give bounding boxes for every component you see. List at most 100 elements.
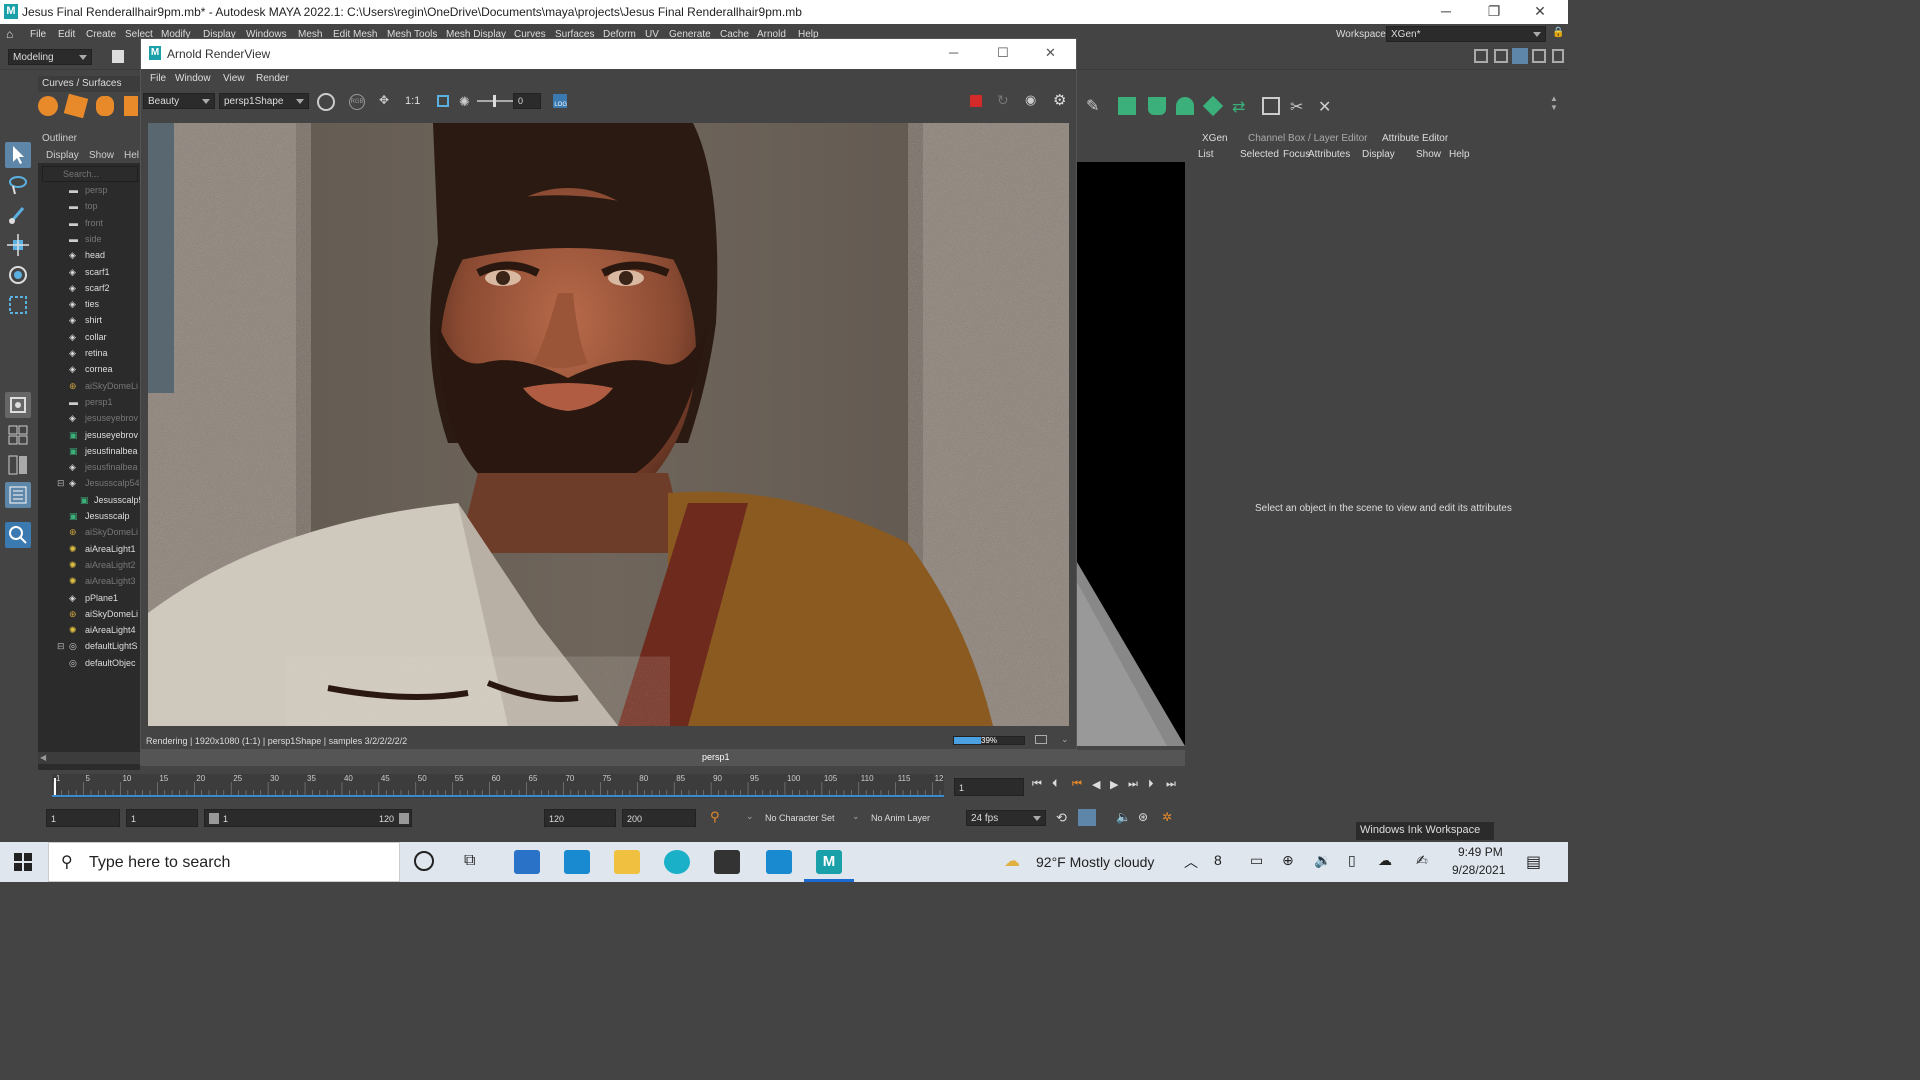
outliner-item[interactable]: ◈ jesuseyebrov [38, 410, 140, 426]
tray-icon[interactable]: 8 [1214, 852, 1222, 868]
fps-dropdown[interactable]: 24 fps [966, 810, 1046, 826]
edge-icon[interactable] [664, 850, 690, 874]
pencil-icon[interactable]: ✎ [1086, 96, 1100, 116]
close-icon[interactable]: ✕ [1045, 45, 1056, 61]
attr-menu-focus[interactable]: Focus [1283, 149, 1310, 160]
anim-layer-dropdown[interactable]: No Anim Layer [871, 813, 930, 823]
sound-icon[interactable]: 🔈 [1116, 810, 1131, 824]
step-back-key-icon[interactable]: ⏮ [1072, 778, 1082, 791]
taskbar-search-box[interactable]: ⚲ Type here to search [48, 842, 400, 882]
refresh-icon[interactable]: ↻ [997, 92, 1009, 109]
anim-start-field[interactable]: 1 [126, 809, 198, 827]
weather-text[interactable]: 92°F Mostly cloudy [1036, 854, 1154, 870]
attr-menu-selected[interactable]: Selected [1240, 149, 1279, 160]
outliner-item[interactable]: ◎ defaultObjec [38, 655, 140, 671]
file-explorer-icon[interactable] [614, 850, 640, 874]
menu-create[interactable]: Create [86, 29, 116, 40]
rv-menu-window[interactable]: Window [175, 73, 211, 84]
attr-menu-show[interactable]: Show [1416, 149, 1441, 160]
stop-render-icon[interactable] [970, 95, 982, 107]
rv-menu-render[interactable]: Render [256, 73, 289, 84]
move-tool-icon[interactable] [5, 232, 31, 258]
xgen-modifier-icon[interactable] [1202, 95, 1224, 117]
outliner-item[interactable]: ◈ head [38, 247, 140, 263]
nurbs-cube-icon[interactable] [63, 93, 89, 119]
outliner-item[interactable]: ⊕ aiSkyDomeLi [38, 606, 140, 622]
range-slider-end-handle[interactable] [399, 813, 409, 824]
animation-prefs-icon[interactable]: ✲ [1162, 810, 1172, 824]
chevron-down-icon[interactable]: ⌄ [1061, 734, 1069, 745]
expand-icon[interactable]: ⊟ [57, 478, 65, 489]
outliner-item[interactable]: ⊕ aiSkyDomeLi [38, 524, 140, 540]
pen-icon[interactable]: ✍ [1416, 852, 1428, 869]
shelf-scroll-icon[interactable]: ▲ ▼ [1550, 94, 1560, 118]
shelf-tab-curves-surfaces[interactable]: Curves / Surfaces [42, 78, 121, 89]
search-icon[interactable] [5, 522, 31, 548]
outliner-menu-show[interactable]: Show [89, 150, 114, 161]
outliner-search-input[interactable] [42, 166, 138, 182]
two-view-layout-icon[interactable] [5, 452, 31, 478]
workspace-dropdown[interactable]: XGen* [1386, 26, 1546, 42]
xgen-cut-icon[interactable]: ✕ [1318, 97, 1336, 116]
tab-channel-box[interactable]: Channel Box / Layer Editor [1248, 133, 1368, 144]
ipr-icon[interactable]: ◉ [1025, 92, 1036, 108]
character-set-icon[interactable]: ⌄ [746, 811, 754, 822]
layout-icon[interactable] [1494, 49, 1508, 63]
exposure-icon[interactable]: ✺ [459, 94, 470, 110]
expand-icon[interactable]: ⊟ [57, 641, 65, 652]
outliner-item[interactable]: ◈ jesusfinalbea [38, 459, 140, 475]
outliner-item[interactable]: ✺ aiAreaLight4 [38, 622, 140, 638]
attr-menu-attributes[interactable]: Attributes [1308, 149, 1350, 160]
range-slider-bar[interactable]: 1 120 [204, 809, 412, 827]
maya-taskbar-icon[interactable]: M [816, 850, 842, 874]
rv-menu-view[interactable]: View [223, 73, 245, 84]
anim-end-field[interactable]: 120 [544, 809, 616, 827]
outliner-item[interactable]: ▣ Jesusscalp54 [38, 492, 140, 508]
select-tool-icon[interactable] [5, 142, 31, 168]
exposure-field[interactable]: 0 [513, 93, 541, 109]
outliner-item[interactable]: ◈ pPlane1 [38, 590, 140, 606]
onedrive-icon[interactable]: ☁ [1378, 852, 1392, 869]
nurbs-cylinder-icon[interactable] [96, 96, 114, 116]
lasso-tool-icon[interactable] [5, 172, 31, 198]
outliner-item[interactable]: ▬ front [38, 215, 140, 231]
ratio-button[interactable]: 1:1 [405, 95, 420, 107]
play-backwards-icon[interactable]: ◀ [1092, 778, 1100, 791]
end-time-field[interactable]: 200 [622, 809, 696, 827]
step-back-frame-icon[interactable]: ⏴ [1052, 778, 1058, 791]
outliner-menu-help[interactable]: Hel [124, 150, 139, 161]
display-circle-icon[interactable] [317, 93, 335, 111]
scroll-left-icon[interactable]: ◀ [40, 753, 46, 762]
xgen-grid-icon[interactable] [1262, 97, 1280, 115]
notification-icon[interactable]: ▤ [1526, 852, 1541, 872]
camera-dropdown[interactable]: persp1Shape [219, 93, 309, 109]
menu-file[interactable]: File [30, 29, 46, 40]
tab-attribute-editor[interactable]: Attribute Editor [1382, 133, 1448, 144]
render-image[interactable] [148, 123, 1069, 726]
outliner-item[interactable]: ◈ shirt [38, 312, 140, 328]
layout-active-icon[interactable] [1512, 48, 1528, 64]
current-frame-field[interactable]: 1 [954, 778, 1024, 796]
step-forward-key-icon[interactable]: ⏭ [1128, 778, 1138, 791]
scale-tool-icon[interactable] [5, 292, 31, 318]
outliner-item[interactable]: ⊕ aiSkyDomeLi [38, 378, 140, 394]
time-slider[interactable]: 1 5 10 15 20 25 30 35 40 45 50 55 60 65 70 75 80 85 90 95 10… [38, 772, 1188, 800]
nurbs-cone-icon[interactable] [124, 96, 138, 116]
windows-start-icon[interactable] [14, 853, 32, 871]
outliner-item[interactable]: ▬ persp [38, 182, 140, 198]
store-icon[interactable] [714, 850, 740, 874]
layout-icon[interactable] [1532, 49, 1546, 63]
minimize-icon[interactable]: ─ [1436, 3, 1456, 19]
battery-icon[interactable]: ▭ [1250, 852, 1263, 869]
aov-dropdown[interactable]: Beauty [143, 93, 215, 109]
outliner-item[interactable]: ▬ top [38, 198, 140, 214]
network-icon[interactable]: ⊕ [1282, 852, 1294, 869]
go-to-start-icon[interactable]: ⏮ [1032, 778, 1042, 791]
exposure-slider[interactable] [477, 95, 513, 107]
xgen-curves-icon[interactable]: ⇄ [1232, 97, 1252, 116]
device-icon[interactable]: ▯ [1348, 852, 1356, 869]
outliner-item[interactable]: ▬ side [38, 231, 140, 247]
tab-xgen[interactable]: XGen [1202, 133, 1228, 144]
new-scene-icon[interactable] [112, 50, 124, 63]
outliner-item[interactable]: ◈ ties [38, 296, 140, 312]
